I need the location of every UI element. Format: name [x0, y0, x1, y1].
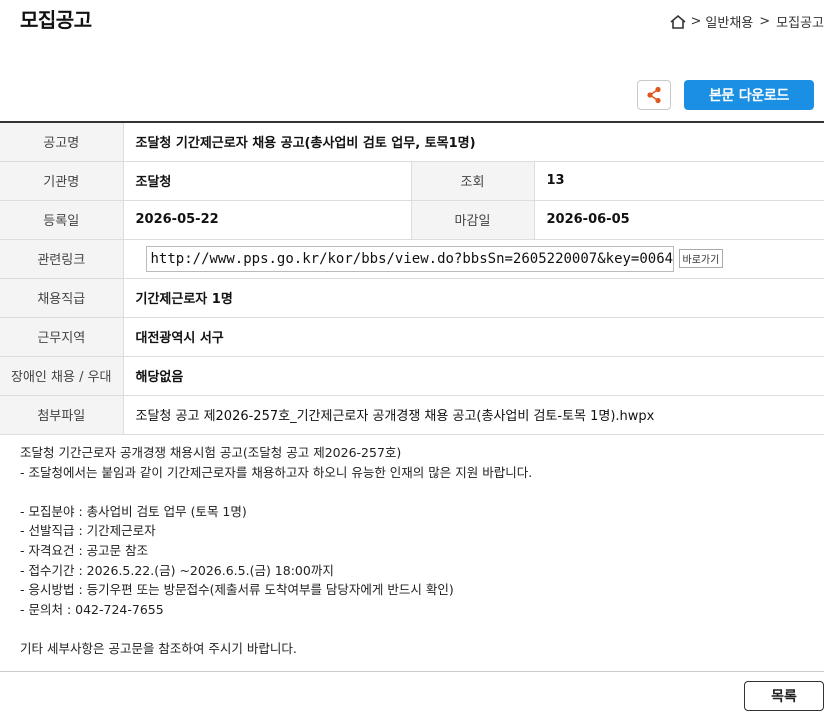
org-label: 기관명 [0, 161, 124, 201]
notice-name-value: 조달청 기간제근로자 채용 공고(총사업비 검토 업무, 토목1명) [123, 122, 824, 162]
disabled-hiring-value: 해당없음 [123, 356, 824, 396]
table-row: 공고명 조달청 기간제근로자 채용 공고(총사업비 검토 업무, 토목1명) [0, 122, 824, 162]
disabled-hiring-label: 장애인 채용 / 우대 [0, 356, 124, 396]
list-button[interactable]: 목록 [744, 681, 824, 711]
breadcrumb-item-recruitment[interactable]: 모집공고 [776, 12, 824, 31]
views-label: 조회 [410, 161, 535, 201]
breadcrumb: > 일반채용 > 모집공고 [669, 12, 824, 31]
table-row: 장애인 채용 / 우대 해당없음 [0, 356, 824, 396]
breadcrumb-separator: > [759, 14, 771, 29]
attachment-label: 첨부파일 [0, 395, 124, 435]
views-value: 13 [534, 161, 824, 201]
reg-date-value: 2026-05-22 [123, 200, 411, 240]
table-row: 등록일 2026-05-22 마감일 2026-06-05 [0, 200, 824, 240]
table-row: 근무지역 대전광역시 서구 [0, 317, 824, 357]
notice-name-label: 공고명 [0, 122, 124, 162]
table-row: 첨부파일 조달청 공고 제2026-257호_기간제근로자 공개경쟁 채용 공고… [0, 395, 824, 435]
download-content-button[interactable]: 본문 다운로드 [684, 80, 814, 110]
job-grade-value: 기간제근로자 1명 [123, 278, 824, 318]
table-row: 채용직급 기간제근로자 1명 [0, 278, 824, 318]
job-grade-label: 채용직급 [0, 278, 124, 318]
share-icon [647, 86, 661, 104]
divider [0, 671, 824, 672]
work-area-label: 근무지역 [0, 317, 124, 357]
work-area-value: 대전광역시 서구 [123, 317, 824, 357]
table-row: 기관명 조달청 조회 13 [0, 161, 824, 201]
share-button[interactable] [637, 80, 671, 110]
table-row: 관련링크 http://www.pps.go.kr/kor/bbs/view.d… [0, 239, 824, 279]
deadline-label: 마감일 [410, 200, 535, 240]
page-title: 모집공고 [20, 8, 92, 32]
org-value: 조달청 [123, 161, 411, 201]
home-icon[interactable] [669, 14, 687, 30]
deadline-value: 2026-06-05 [534, 200, 824, 240]
notice-info-table: 공고명 조달청 기간제근로자 채용 공고(총사업비 검토 업무, 토목1명) 기… [0, 121, 824, 435]
breadcrumb-separator: > [690, 14, 702, 29]
go-link-button[interactable]: 바로가기 [678, 249, 724, 268]
attachment-link[interactable]: 조달청 공고 제2026-257호_기간제근로자 공개경쟁 채용 공고(총사업비… [123, 395, 824, 435]
notice-body-text: 조달청 기간근로자 공개경쟁 채용시험 공고(조달청 공고 제2026-257호… [20, 445, 533, 656]
related-link-field[interactable]: http://www.pps.go.kr/kor/bbs/view.do?bbs… [145, 245, 674, 272]
reg-date-label: 등록일 [0, 200, 124, 240]
related-link-label: 관련링크 [0, 239, 124, 279]
breadcrumb-item-general-hiring[interactable]: 일반채용 [705, 12, 753, 31]
